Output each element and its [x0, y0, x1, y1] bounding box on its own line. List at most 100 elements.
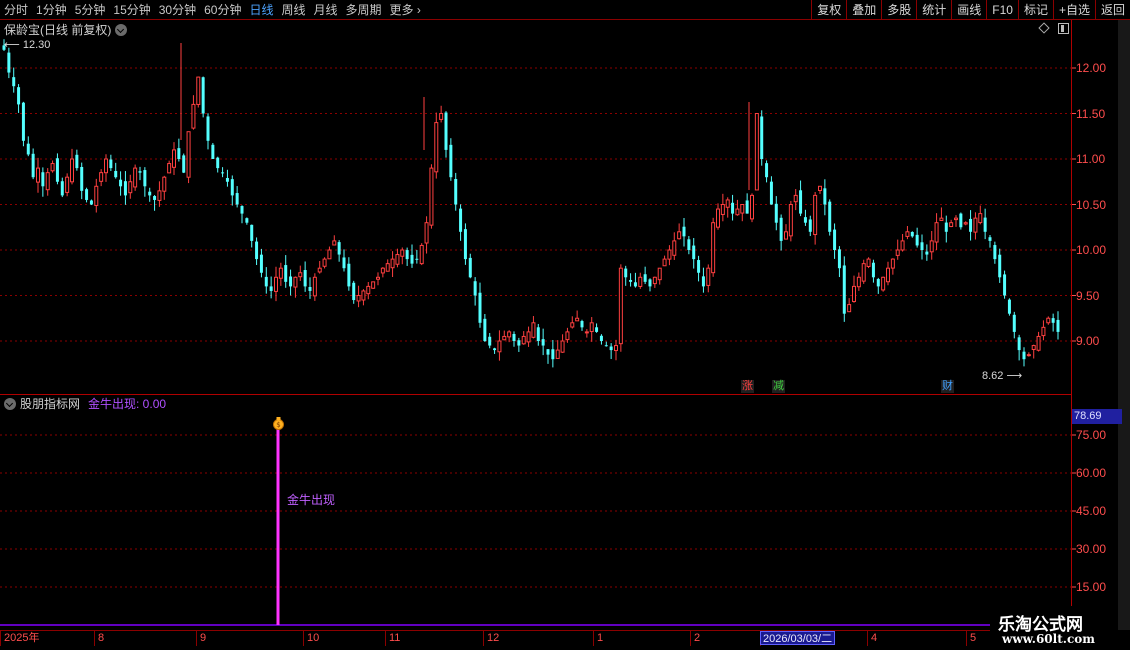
- candle-body: [459, 208, 463, 232]
- candle-body: [847, 304, 852, 313]
- candle-body: [415, 258, 419, 260]
- candle-body: [779, 217, 783, 241]
- candle-body: [424, 222, 429, 244]
- candle-body: [157, 190, 162, 201]
- candle-body: [429, 167, 434, 226]
- price-tick-label: 10.00: [1076, 243, 1107, 257]
- candle-body: [939, 217, 944, 221]
- candle-body: [444, 112, 448, 150]
- candle-body: [1051, 318, 1055, 323]
- candle-body: [720, 204, 725, 215]
- candle-body: [206, 116, 210, 141]
- candle-body: [551, 349, 555, 360]
- high-price-label: ⟵ 12.30: [4, 39, 51, 51]
- chevron-down-icon[interactable]: [4, 398, 16, 410]
- candle-body: [536, 327, 540, 341]
- candle-body: [264, 276, 268, 287]
- candle-body: [454, 178, 458, 205]
- candle-body: [473, 281, 477, 296]
- candle-body: [954, 217, 958, 221]
- candle-body: [687, 239, 691, 250]
- candle-body: [643, 274, 647, 282]
- candle-body: [910, 231, 914, 237]
- date-cursor: 2026/03/03/二: [760, 631, 836, 645]
- candle-body: [434, 122, 439, 173]
- event-badge-finance[interactable]: 财: [941, 380, 954, 393]
- candle-body: [478, 292, 482, 323]
- candle-body: [85, 189, 89, 200]
- event-badge-up[interactable]: 涨: [741, 380, 754, 393]
- candle-body: [250, 224, 254, 241]
- candle-body: [36, 167, 40, 183]
- candle-body: [289, 276, 293, 287]
- candle-body: [740, 204, 745, 214]
- candle-body: [298, 272, 303, 278]
- candle-body: [342, 257, 346, 269]
- event-badge-reduce[interactable]: 减: [772, 380, 785, 393]
- indicator-tick-label: 15.00: [1076, 580, 1107, 594]
- candle-body: [221, 172, 225, 174]
- date-tick-label: 2: [690, 631, 700, 646]
- candle-body: [167, 163, 172, 174]
- candle-body: [638, 276, 643, 287]
- candle-body: [555, 349, 560, 359]
- candle-body: [905, 231, 910, 237]
- candle-body: [584, 331, 589, 334]
- candle-body: [731, 202, 735, 214]
- candle-body: [143, 170, 147, 187]
- candle-body: [99, 172, 104, 182]
- candle-body: [711, 222, 716, 274]
- candle-body: [861, 263, 866, 282]
- candle-body: [886, 267, 890, 283]
- candle-body: [138, 171, 142, 173]
- candle-body: [1003, 274, 1007, 296]
- price-axis-line: [1071, 20, 1072, 630]
- kline-chart[interactable]: [0, 0, 1130, 650]
- candle-body: [191, 103, 196, 129]
- candle-body: [993, 245, 997, 260]
- candle-body: [488, 336, 492, 346]
- candle-body: [716, 208, 720, 228]
- candle-body: [512, 333, 516, 341]
- candle-body: [575, 317, 580, 322]
- candle-body: [633, 282, 637, 287]
- candle-body: [186, 131, 191, 178]
- candle-body: [1012, 314, 1016, 332]
- candle-body: [201, 77, 205, 114]
- candle-body: [419, 244, 424, 265]
- candle-body: [211, 144, 215, 159]
- candle-body: [677, 231, 682, 240]
- candle-body: [682, 226, 686, 237]
- candle-body: [75, 154, 79, 169]
- candle-body: [153, 196, 157, 200]
- candle-body: [1026, 354, 1031, 357]
- right-side-strip: [1118, 20, 1130, 630]
- date-tick-label: 1: [593, 631, 603, 646]
- candle-body: [750, 194, 754, 220]
- candle-body: [963, 222, 968, 225]
- candle-body: [182, 155, 186, 173]
- candle-body: [760, 116, 764, 159]
- candle-body: [765, 163, 769, 178]
- indicator-field: 金牛出现: 0.00: [88, 397, 167, 411]
- candle-body: [322, 258, 327, 267]
- candle-body: [400, 249, 405, 257]
- date-tick-label: 9: [196, 631, 206, 646]
- money-bag-icon: $: [273, 417, 284, 430]
- candle-body: [31, 153, 35, 178]
- candle-body: [803, 217, 807, 223]
- candle-body: [973, 217, 978, 233]
- date-tick-label: 10: [303, 631, 319, 646]
- candle-body: [784, 231, 788, 240]
- candle-body: [80, 166, 84, 191]
- signal-label: 金牛出现: [287, 493, 336, 507]
- candle-body: [376, 276, 380, 280]
- candle-body: [119, 179, 123, 187]
- candle-body: [274, 276, 278, 292]
- candle-body: [65, 176, 70, 193]
- candle-body: [317, 267, 322, 273]
- candle-body: [988, 237, 992, 241]
- candle-body: [385, 263, 390, 272]
- candle-body: [624, 268, 628, 278]
- price-tick-label: 11.50: [1076, 106, 1106, 121]
